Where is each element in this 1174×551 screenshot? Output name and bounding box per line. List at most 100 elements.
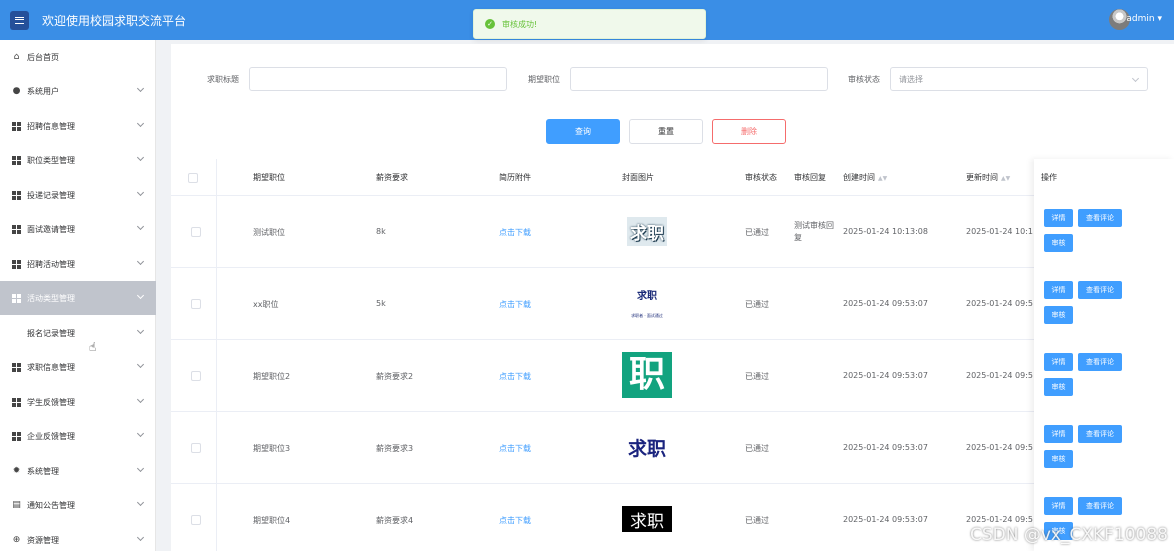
sidebar-item-label: 投递记录管理 [27,190,75,200]
gear-icon: ✹ [12,466,21,476]
cell-position: xx职位 [253,300,279,309]
chevron-down-icon [136,498,145,507]
sidebar-item-label: 系统管理 [27,466,59,476]
chevron-down-icon [136,222,145,231]
sort-icon[interactable]: ▲▼ [878,175,887,182]
sidebar-item-9[interactable]: 求职信息管理 [0,350,156,384]
cell-updated: 2025-01-24 10:1 [966,227,1033,236]
table-header: 期望职位 薪资要求 简历附件 封面图片 审核状态 审核回复 创建时间 ▲▼ 更新时… [171,159,1174,196]
view-comments-button[interactable]: 查看评论 [1078,209,1122,227]
cover-image-text: 求职 [630,511,664,532]
detail-button[interactable]: 详情 [1044,209,1073,227]
view-comments-button[interactable]: 查看评论 [1078,497,1122,515]
chevron-down-icon[interactable]: ▾ [1157,14,1162,24]
cover-image-text: 职 [628,354,665,395]
status-select[interactable]: 请选择 [890,67,1148,91]
watermark: CSDN @vx_CXKF10088 [969,525,1168,545]
query-button[interactable]: 查询 [546,119,620,144]
sidebar-item-13[interactable]: ▤ 通知公告管理 [0,488,156,522]
cover-image-text: 求职 [627,437,666,460]
cell-position: 测试职位 [253,228,285,237]
row-checkbox[interactable] [191,299,201,309]
sidebar-item-label: 通知公告管理 [27,500,75,510]
sidebar-item-12[interactable]: ✹ 系统管理 [0,454,156,488]
sidebar-item-label: 求职信息管理 [27,362,75,372]
audit-button[interactable]: 审核 [1044,378,1073,396]
cell-salary: 薪资要求3 [376,444,414,453]
view-comments-button[interactable]: 查看评论 [1078,281,1122,299]
download-link[interactable]: 点击下载 [499,371,531,382]
table-row: 测试职位 8k 点击下载 求职 已通过 测试审核回复 2025-01-24 10:13:08… [171,196,1174,268]
sidebar-item-label: 企业反馈管理 [27,431,75,441]
cover-image: 求职求职者 · 面试通过 [622,280,672,326]
cell-salary: 薪资要求2 [376,372,414,381]
sidebar-item-10[interactable]: 学生反馈管理 [0,385,156,419]
download-link[interactable]: 点击下载 [499,515,531,526]
detail-button[interactable]: 详情 [1044,497,1073,515]
sidebar-item-11[interactable]: 企业反馈管理 [0,419,156,453]
sidebar-item-label: 招聘信息管理 [27,121,75,131]
select-all-checkbox[interactable] [188,173,198,183]
operations-column: 操作 详情 查看评论 审核 详情 查看评论 审核 详情 查看评论 审核 详情 查看评论 审核 详情 查看评… [1034,159,1174,551]
reset-button[interactable]: 重置 [629,119,703,144]
detail-button[interactable]: 详情 [1044,425,1073,443]
view-comments-button[interactable]: 查看评论 [1078,425,1122,443]
menu-toggle-icon[interactable] [10,10,29,30]
sidebar-item-label: 资源管理 [27,535,59,545]
cell-created: 2025-01-24 09:53:07 [843,299,928,308]
grid-icon [12,121,21,131]
audit-button[interactable]: 审核 [1044,450,1073,468]
cell-reply: 测试审核回复 [794,221,834,242]
sort-icon[interactable]: ▲▼ [1001,175,1010,182]
delete-button[interactable]: 删除 [712,119,786,144]
title-filter-input[interactable] [249,67,507,91]
sidebar-item-3[interactable]: 职位类型管理 [0,143,156,177]
download-link[interactable]: 点击下载 [499,299,531,310]
cell-position: 期望职位4 [253,516,291,525]
cell-position: 期望职位2 [253,372,291,381]
chevron-down-icon [136,533,145,542]
chevron-down-icon [136,119,145,128]
sidebar-item-0[interactable]: ⌂ 后台首页 [0,40,156,74]
header-created[interactable]: 创建时间 ▲▼ [843,172,887,183]
toast-message: 审核成功! [502,19,538,29]
audit-button[interactable]: 审核 [1044,234,1073,252]
header-updated[interactable]: 更新时间 ▲▼ [966,172,1010,183]
header-updated-label[interactable]: 更新时间 [966,173,998,182]
sidebar-item-8[interactable]: 报名记录管理 [0,316,156,350]
sidebar-item-4[interactable]: 投递记录管理 [0,178,156,212]
chevron-down-icon [136,84,145,93]
sidebar-item-5[interactable]: 面试邀请管理 [0,212,156,246]
sidebar-item-label: 职位类型管理 [27,155,75,165]
download-link[interactable]: 点击下载 [499,227,531,238]
grid-icon [12,293,21,303]
username[interactable]: admin [1126,14,1154,24]
sidebar-item-7[interactable]: 活动类型管理 [0,281,156,315]
sidebar-item-1[interactable]: ● 系统用户 [0,74,156,108]
view-comments-button[interactable]: 查看评论 [1078,353,1122,371]
position-filter-input[interactable] [570,67,828,91]
chevron-down-icon [136,291,145,300]
sidebar-item-6[interactable]: 招聘活动管理 [0,247,156,281]
row-checkbox[interactable] [191,371,201,381]
grid-icon [12,362,21,372]
user-menu[interactable]: admin ▾ [1126,14,1162,24]
cover-image-text: 求职 [637,291,657,302]
status-filter-label: 审核状态 [848,75,880,84]
row-checkbox[interactable] [191,227,201,237]
header-created-label[interactable]: 创建时间 [843,173,875,182]
header-cover: 封面图片 [622,173,654,182]
sidebar-item-label: 招聘活动管理 [27,259,75,269]
download-link[interactable]: 点击下载 [499,443,531,454]
header-salary: 薪资要求 [376,173,408,182]
row-checkbox[interactable] [191,515,201,525]
table-row: 期望职位3 薪资要求3 点击下载 求职 已通过 2025-01-24 09:53:07 20… [171,412,1174,484]
sidebar-item-14[interactable]: ⊕ 资源管理 [0,523,156,551]
row-checkbox[interactable] [191,443,201,453]
cover-image-subtext: 求职者 · 面试通过 [631,313,663,318]
detail-button[interactable]: 详情 [1044,281,1073,299]
table-row: xx职位 5k 点击下载 求职 求职者 · 面试通过 已通过 2025-01-24 09:5… [171,268,1174,340]
sidebar-item-2[interactable]: 招聘信息管理 [0,109,156,143]
detail-button[interactable]: 详情 [1044,353,1073,371]
audit-button[interactable]: 审核 [1044,306,1073,324]
